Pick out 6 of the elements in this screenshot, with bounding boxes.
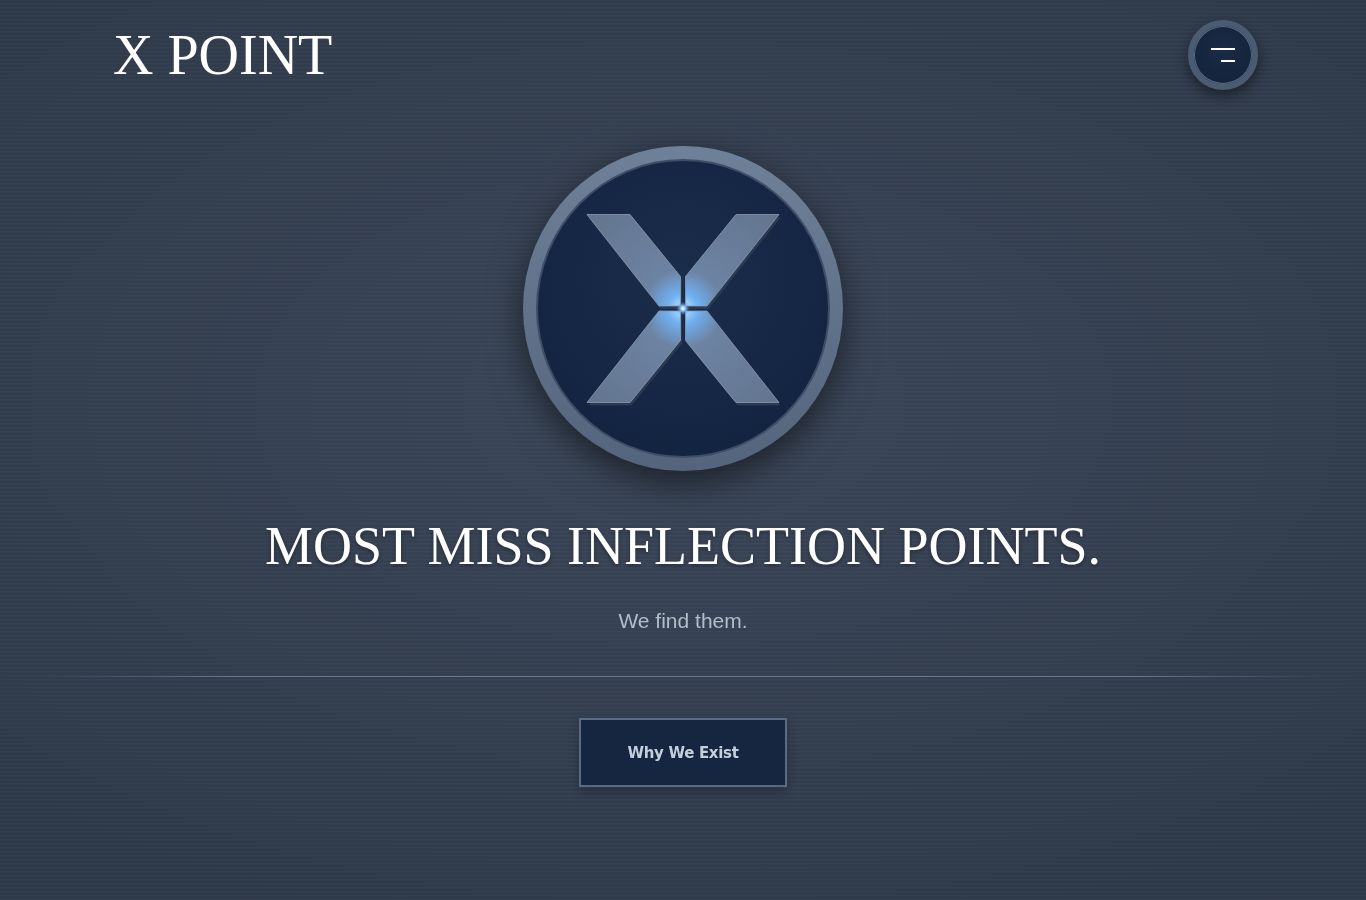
subheadline: We find them. (618, 608, 748, 633)
logo[interactable]: X POINT (113, 27, 333, 83)
menu-button[interactable] (1188, 20, 1258, 90)
why-we-exist-button[interactable]: Why We Exist (579, 718, 787, 787)
headline: MOST MISS INFLECTION POINTS. (264, 519, 1102, 573)
menu-icon (1211, 48, 1235, 62)
